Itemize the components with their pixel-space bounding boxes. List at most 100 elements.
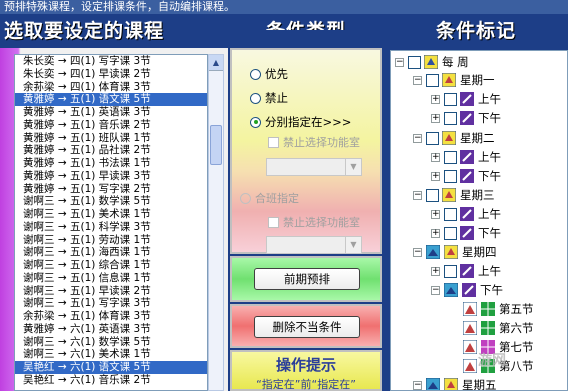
room-select-1[interactable]: ▼ [266,158,362,176]
grid-green-icon [481,302,495,316]
pre-schedule-button[interactable]: 前期预排 [254,268,360,290]
expand-icon[interactable]: + [431,113,440,123]
tree-day-3-am-checkbox[interactable] [444,207,457,221]
list-item[interactable]: 谢啊三 → 五(1) 早读课 2节 [15,285,207,298]
merge-class-option[interactable]: 合班指定 [240,190,299,206]
grid-green-icon [481,321,495,335]
tree-day-2-pm-checkbox[interactable] [444,169,457,183]
list-item[interactable]: 谢啊三 → 六(1) 美术课 1节 [15,348,207,361]
scroll-up-icon[interactable]: ▲ [209,55,223,71]
tree-day-3-am[interactable]: + 上午 [431,204,501,224]
tree-day-1-pm[interactable]: + 下午 [431,108,501,128]
list-item[interactable]: 谢啊三 → 五(1) 综合课 1节 [15,259,207,272]
list-item[interactable]: 黄雅婷 → 五(1) 音乐课 2节 [15,119,207,132]
tree-day-2-pm[interactable]: + 下午 [431,166,501,186]
tree-period-5[interactable]: 第五节 [463,299,534,319]
collapse-icon[interactable]: − [413,380,422,390]
tree-day-4-am-checkbox[interactable] [444,264,457,278]
course-panel: 朱长奕 → 四(1) 写字课 3节 朱长奕 → 四(1) 早读课 2节 余荪梁 → … [0,48,228,391]
list-item[interactable]: 余荪梁 → 四(1) 体育课 3节 [15,81,207,94]
check-forbid-room-2-box[interactable] [268,216,279,228]
list-item[interactable]: 谢啊三 → 五(1) 信息课 1节 [15,272,207,285]
tree-period-6[interactable]: 第六节 [463,318,534,338]
scroll-thumb[interactable] [210,125,222,165]
list-item[interactable]: 黄雅婷 → 五(1) 书法课 1节 [15,157,207,170]
expand-icon[interactable]: + [431,152,440,162]
schedule-tree[interactable]: − 每 周 − 星期一 + 上午 + 下午 − 星期二 + 上午 + 下午 − … [390,50,568,391]
list-item[interactable]: 黄雅婷 → 五(1) 班队课 1节 [15,132,207,145]
radio-priority-circle[interactable] [250,68,261,80]
tree-day-5[interactable]: − 星期五 [413,375,497,390]
tree-day-2[interactable]: − 星期二 [413,128,495,148]
tree-root[interactable]: − 每 周 [395,52,469,72]
expand-icon[interactable]: + [431,94,440,104]
radio-forbid-circle[interactable] [250,92,261,104]
tree-day-4-pm[interactable]: − 下午 [431,280,503,300]
radio-priority-label: 优先 [265,67,288,81]
list-item[interactable]: 黄雅婷 → 五(1) 英语课 3节 [15,106,207,119]
partial-day-icon [426,378,440,390]
chevron-down-icon[interactable]: ▼ [345,159,361,175]
list-item[interactable]: 黄雅婷 → 五(1) 语文课 5节 [15,93,207,106]
list-item[interactable]: 黄雅婷 → 五(1) 品社课 2节 [15,144,207,157]
tree-day-2-am-checkbox[interactable] [444,150,457,164]
list-item[interactable]: 谢啊三 → 五(1) 写字课 3节 [15,297,207,310]
course-list-scrollbar[interactable]: ▲ [208,54,224,391]
tree-day-4-am-label: 上午 [478,264,501,278]
tree-day-3-pm-checkbox[interactable] [444,226,457,240]
tree-day-3-checkbox[interactable] [426,188,439,202]
tree-day-3[interactable]: − 星期三 [413,185,495,205]
tree-day-1-pm-checkbox[interactable] [444,111,457,125]
radio-specify-circle[interactable] [250,116,261,128]
tree-day-1[interactable]: − 星期一 [413,70,495,90]
list-item[interactable]: 朱长奕 → 四(1) 写字课 3节 [15,55,207,68]
radio-forbid[interactable]: 禁止 [250,90,288,106]
list-item[interactable]: 黄雅婷 → 五(1) 写字课 2节 [15,183,207,196]
check-forbid-room-2[interactable]: 禁止选择功能室 [268,214,360,230]
collapse-icon[interactable]: − [431,285,440,295]
afternoon-icon [460,169,474,183]
tree-day-1-checkbox[interactable] [426,73,439,87]
tree-day-1-am-checkbox[interactable] [444,92,457,106]
tree-root-checkbox[interactable] [408,55,421,69]
partial-pm-icon [444,283,458,297]
merge-class-label: 合班指定 [255,192,299,205]
expand-icon[interactable]: + [431,228,440,238]
list-item[interactable]: 朱长奕 → 四(1) 早读课 2节 [15,68,207,81]
expand-icon[interactable]: + [431,171,440,181]
collapse-icon[interactable]: − [395,57,404,67]
list-item[interactable]: 黄雅婷 → 五(1) 早读课 3节 [15,170,207,183]
collapse-icon[interactable]: − [413,75,422,85]
list-item[interactable]: 谢啊三 → 六(1) 数学课 5节 [15,336,207,349]
check-forbid-room-1[interactable]: 禁止选择功能室 [268,134,360,150]
check-forbid-room-2-label: 禁止选择功能室 [283,216,360,229]
expand-icon[interactable]: + [431,209,440,219]
tree-day-1-am[interactable]: + 上午 [431,89,501,109]
course-listbox[interactable]: 朱长奕 → 四(1) 写字课 3节 朱长奕 → 四(1) 早读课 2节 余荪梁 → … [14,54,208,391]
tree-day-4[interactable]: − 星期四 [413,242,497,262]
list-item[interactable]: 谢啊三 → 五(1) 数学课 5节 [15,195,207,208]
radio-specify[interactable]: 分别指定在>>> [250,114,351,130]
list-item[interactable]: 吴艳红 → 六(1) 音乐课 2节 [15,374,207,387]
list-item[interactable]: 谢啊三 → 五(1) 海西课 1节 [15,246,207,259]
list-item[interactable]: 余荪梁 → 五(1) 体育课 3节 [15,310,207,323]
check-forbid-room-1-box[interactable] [268,136,279,148]
collapse-icon[interactable]: − [413,133,422,143]
list-item[interactable]: 吴艳红 → 六(1) 语文课 5节 [15,361,207,374]
list-item[interactable]: 谢啊三 → 五(1) 劳动课 1节 [15,234,207,247]
list-item[interactable]: 谢啊三 → 五(1) 科学课 3节 [15,221,207,234]
radio-priority[interactable]: 优先 [250,66,288,82]
list-item[interactable]: 谢啊三 → 五(1) 美术课 1节 [15,208,207,221]
radio-merge-circle[interactable] [240,192,251,204]
tree-day-4-am[interactable]: + 上午 [431,261,501,281]
expand-icon[interactable]: + [431,266,440,276]
room-select-2[interactable]: ▼ [266,236,362,254]
list-item[interactable]: 黄雅婷 → 六(1) 英语课 3节 [15,323,207,336]
chevron-down-icon[interactable]: ▼ [345,237,361,253]
collapse-icon[interactable]: − [413,190,422,200]
delete-condition-button[interactable]: 删除不当条件 [254,316,360,338]
tree-day-2-am[interactable]: + 上午 [431,147,501,167]
tree-day-3-pm[interactable]: + 下午 [431,223,501,243]
tree-day-2-checkbox[interactable] [426,131,439,145]
collapse-icon[interactable]: − [413,247,422,257]
